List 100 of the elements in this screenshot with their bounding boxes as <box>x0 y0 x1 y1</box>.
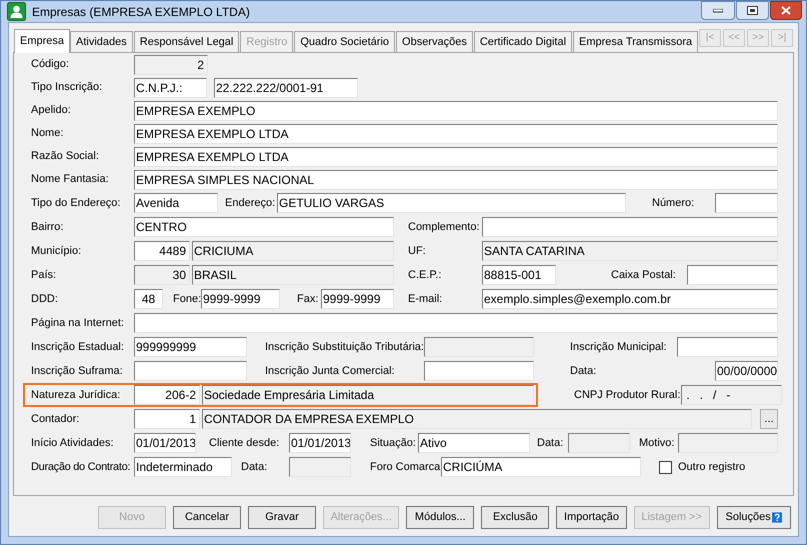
field-label: Contador: <box>31 412 80 427</box>
input-field[interactable] <box>715 193 778 213</box>
input-field[interactable]: 48 <box>134 289 163 309</box>
input-field[interactable]: 999999999 <box>134 337 247 357</box>
field-label: Bairro: <box>31 220 64 235</box>
input-field[interactable]: Ativo <box>418 433 530 453</box>
input-field[interactable]: Sociedade Empresária Limitada <box>202 385 534 405</box>
input-field[interactable] <box>424 337 534 357</box>
input-field[interactable]: EMPRESA EXEMPLO LTDA <box>134 124 778 144</box>
field-label: UF: <box>408 244 427 259</box>
field-label: Tipo do Endereço: <box>31 196 122 211</box>
field-label: Foro Comarca: <box>370 460 441 475</box>
field-label: Página na Internet: <box>31 316 125 331</box>
close-icon <box>781 6 791 15</box>
tab[interactable]: Certificado Digital <box>474 31 572 52</box>
field-label: Situação: <box>370 436 417 451</box>
tab[interactable]: Empresa <box>14 29 70 53</box>
field-label: Nome Fantasia: <box>31 172 110 188</box>
input-field[interactable]: exemplo.simples@exemplo.com.br <box>482 289 778 309</box>
field-label: CNPJ Produtor Rural: <box>574 388 681 403</box>
tab[interactable]: Quadro Societário <box>294 31 396 52</box>
input-field[interactable]: CENTRO <box>134 217 394 237</box>
input-field[interactable] <box>289 457 351 477</box>
input-field[interactable] <box>568 433 630 453</box>
minimize-button[interactable] <box>701 1 735 20</box>
input-field[interactable] <box>482 217 778 237</box>
input-field[interactable]: 22.222.222/0001-91 <box>214 78 358 98</box>
input-field[interactable]: 1 <box>134 409 200 429</box>
action-button[interactable]: Módulos... <box>406 506 474 528</box>
field-label: Data: <box>570 364 598 379</box>
field-label: País: <box>31 268 58 283</box>
field-label: Data: <box>537 436 564 451</box>
field-label: Cliente desde: <box>209 436 280 451</box>
checkbox[interactable] <box>659 460 672 474</box>
close-button[interactable] <box>770 1 802 20</box>
input-field[interactable]: Avenida <box>134 193 218 213</box>
input-field[interactable]: 2 <box>134 54 208 74</box>
field-label: Inscrição Junta Comercial: <box>265 364 396 379</box>
field-label: Data: <box>241 460 268 475</box>
input-field[interactable]: 9999-9999 <box>321 289 394 309</box>
tab[interactable]: Responsável Legal <box>134 31 240 52</box>
input-field[interactable] <box>424 361 534 381</box>
input-field[interactable]: BRASIL <box>192 265 394 285</box>
checkbox-label: Outro registro <box>678 460 746 475</box>
field-label: E-mail: <box>408 292 444 307</box>
field-label: Fone: <box>173 292 201 307</box>
help-icon <box>772 510 782 524</box>
field-label: Inscrição Suframa: <box>31 364 124 379</box>
input-field[interactable]: EMPRESA SIMPLES NACIONAL <box>134 170 778 190</box>
field-label: DDD: <box>31 292 59 307</box>
field-label: Tipo Inscrição: <box>31 80 104 96</box>
field-label: Código: <box>31 57 70 72</box>
input-field[interactable] <box>687 265 778 285</box>
field-label: Número: <box>652 196 696 211</box>
field-label: Inscrição Municipal: <box>570 340 668 355</box>
tab[interactable]: Observações <box>396 31 473 52</box>
field-label: Natureza Jurídica: <box>31 388 122 403</box>
input-field[interactable]: 206-2 <box>134 385 200 405</box>
input-field[interactable] <box>677 337 778 357</box>
input-field[interactable] <box>134 313 778 333</box>
minimize-icon <box>713 8 723 12</box>
tab[interactable]: Atividades <box>70 31 133 52</box>
input-field[interactable] <box>678 433 778 453</box>
field-label: Início Atividades: <box>31 436 115 451</box>
maximize-button[interactable] <box>736 1 769 20</box>
input-field[interactable]: 9999-9999 <box>201 289 280 309</box>
browse-button[interactable]: ... <box>760 409 778 429</box>
action-button[interactable]: Importação <box>556 506 627 528</box>
input-field[interactable]: C.N.P.J.: <box>134 78 207 98</box>
tab[interactable]: Empresa Transmissora <box>573 31 698 52</box>
input-field[interactable]: GETULIO VARGAS <box>277 193 626 213</box>
input-field[interactable] <box>134 361 247 381</box>
action-button[interactable]: Gravar <box>248 506 316 528</box>
input-field[interactable]: EMPRESA EXEMPLO <box>134 100 778 120</box>
field-label: Inscrição Estadual: <box>31 340 125 355</box>
window-title: Empresas (EMPRESA EXEMPLO LTDA) <box>32 4 250 20</box>
input-field[interactable]: Indeterminado <box>134 457 232 477</box>
input-field[interactable]: 00/00/0000 <box>715 361 778 381</box>
field-label: Apelido: <box>31 103 72 118</box>
input-field[interactable]: CRICIUMA <box>192 241 394 261</box>
input-field[interactable]: 88815-001 <box>482 265 556 285</box>
field-label: Inscrição Substituição Tributária: <box>265 340 424 355</box>
field-label: Duração do Contrato: <box>31 460 132 475</box>
action-button[interactable]: Exclusão <box>481 506 550 528</box>
field-label: Nome: <box>31 126 64 142</box>
input-field[interactable]: CRICIÚMA <box>441 457 641 477</box>
action-button[interactable]: Soluções <box>716 506 791 528</box>
input-field[interactable]: 4489 <box>134 241 190 261</box>
restore-icon <box>747 6 758 15</box>
field-label: Fax: <box>297 292 320 307</box>
action-button[interactable]: Cancelar <box>173 506 241 528</box>
app-icon <box>7 2 26 21</box>
input-field[interactable]: . . / - <box>681 385 782 405</box>
input-field[interactable]: 30 <box>134 265 190 285</box>
field-label: Motivo: <box>639 436 676 451</box>
input-field[interactable]: CONTADOR DA EMPRESA EXEMPLO <box>202 409 752 429</box>
field-label: Caixa Postal: <box>611 268 677 283</box>
field-label: Complemento: <box>408 220 481 235</box>
input-field[interactable]: EMPRESA EXEMPLO LTDA <box>134 146 778 166</box>
input-field[interactable]: SANTA CATARINA <box>482 241 778 261</box>
